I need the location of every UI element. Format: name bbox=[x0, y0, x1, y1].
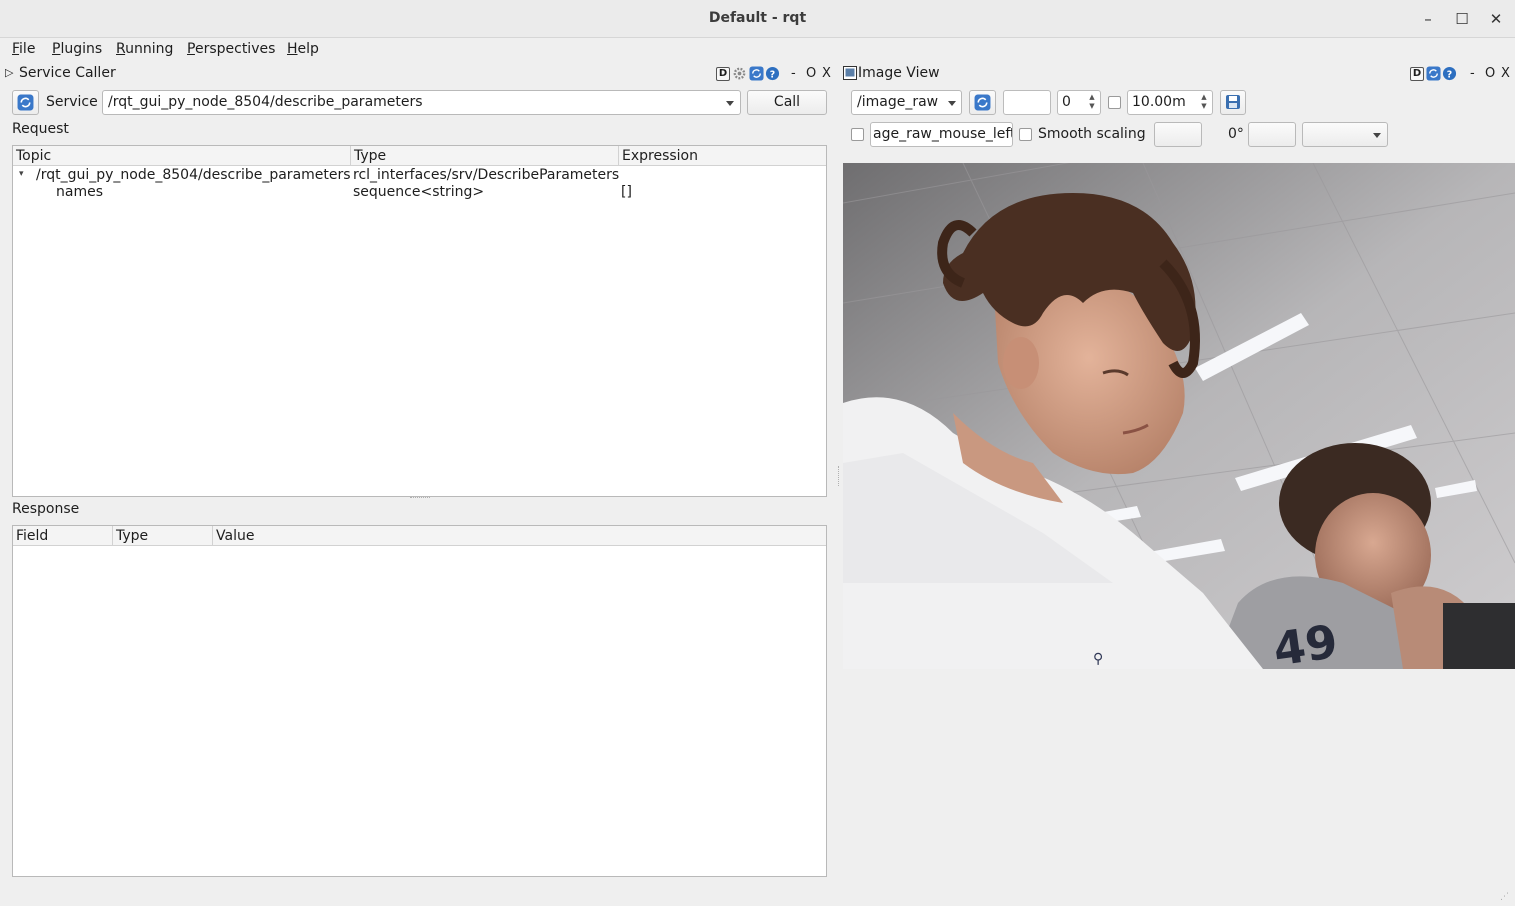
refresh-services-button[interactable] bbox=[12, 90, 39, 115]
column-header-topic[interactable]: Topic bbox=[13, 146, 351, 166]
dock-splitter-handle[interactable] bbox=[838, 466, 841, 486]
menu-help[interactable]: Help bbox=[287, 41, 319, 57]
response-table-header: Field Type Value bbox=[13, 526, 826, 546]
column-header-expression[interactable]: Expression bbox=[619, 146, 826, 166]
row-type: rcl_interfaces/srv/DescribeParameters bbox=[353, 167, 620, 183]
help-icon[interactable]: ? bbox=[1442, 66, 1457, 85]
service-combobox-value: /rqt_gui_py_node_8504/describe_parameter… bbox=[108, 94, 423, 110]
maximize-button[interactable]: ☐ bbox=[1452, 9, 1472, 29]
column-header-field[interactable]: Field bbox=[13, 526, 113, 546]
expand-triangle-icon[interactable]: ▷ bbox=[5, 66, 13, 79]
reload-icon[interactable] bbox=[1426, 66, 1441, 85]
row-topic: /rqt_gui_py_node_8504/describe_parameter… bbox=[36, 167, 351, 183]
dock-restore-button[interactable]: O bbox=[806, 66, 816, 81]
smooth-scaling-label: Smooth scaling bbox=[1038, 126, 1146, 142]
expand-arrow-icon[interactable]: ▾ bbox=[19, 169, 24, 179]
service-caller-title: Service Caller bbox=[19, 65, 116, 81]
settings-gear-icon[interactable] bbox=[732, 66, 747, 85]
table-row[interactable]: names sequence<string> [] bbox=[13, 184, 826, 202]
mouse-topic-value: age_raw_mouse_left bbox=[873, 126, 1013, 142]
svg-text:49: 49 bbox=[1270, 614, 1341, 669]
smooth-scaling-checkbox[interactable] bbox=[1019, 128, 1032, 141]
max-depth-checkbox[interactable] bbox=[1108, 96, 1121, 109]
row-type: sequence<string> bbox=[353, 184, 485, 200]
rotate-right-button[interactable] bbox=[1248, 122, 1296, 147]
menu-file[interactable]: File bbox=[12, 41, 35, 57]
image-view-title: Image View bbox=[858, 65, 940, 81]
svg-text:?: ? bbox=[770, 69, 775, 80]
reload-icon[interactable] bbox=[749, 66, 764, 85]
help-icon[interactable]: ? bbox=[765, 66, 780, 85]
image-view-icon bbox=[843, 66, 857, 84]
splitter-handle[interactable] bbox=[410, 497, 430, 501]
mouse-publish-checkbox[interactable] bbox=[851, 128, 864, 141]
response-table: Field Type Value bbox=[12, 525, 827, 877]
value-spinbox-value: 0 bbox=[1062, 94, 1071, 110]
minimize-button[interactable]: – bbox=[1418, 9, 1438, 29]
service-combobox[interactable]: /rqt_gui_py_node_8504/describe_parameter… bbox=[102, 90, 741, 115]
menu-perspectives[interactable]: Perspectives bbox=[187, 41, 275, 57]
column-header-type[interactable]: Type bbox=[113, 526, 213, 546]
menu-plugins[interactable]: Plugins bbox=[52, 41, 102, 57]
service-label: Service bbox=[46, 94, 98, 110]
window-titlebar: Default - rqt – ☐ ✕ bbox=[0, 0, 1515, 38]
refresh-topics-button[interactable] bbox=[969, 90, 996, 115]
max-depth-spinbox-value: 10.00m bbox=[1132, 94, 1186, 110]
column-header-value[interactable]: Value bbox=[213, 526, 826, 546]
dock-close-button[interactable]: X bbox=[822, 66, 831, 81]
camera-image[interactable]: 49 ⚲ bbox=[843, 163, 1515, 669]
topic-combobox[interactable]: /image_raw bbox=[851, 90, 962, 115]
save-image-button[interactable] bbox=[1220, 90, 1246, 115]
menubar: File Plugins Running Perspectives Help bbox=[0, 38, 1515, 62]
value-spinbox[interactable]: 0 ▲ ▼ bbox=[1057, 90, 1101, 115]
rotation-label: 0° bbox=[1228, 126, 1244, 142]
max-depth-spinbox[interactable]: 10.00m ▲ ▼ bbox=[1127, 90, 1213, 115]
mouse-topic-input[interactable]: age_raw_mouse_left bbox=[870, 122, 1013, 147]
resize-grip-icon[interactable]: ⋰ bbox=[1500, 892, 1512, 904]
refresh-icon bbox=[974, 94, 991, 111]
close-button[interactable]: ✕ bbox=[1486, 9, 1506, 29]
response-label: Response bbox=[12, 501, 80, 517]
dock-d-icon[interactable]: D bbox=[716, 67, 730, 81]
chevron-down-icon bbox=[948, 101, 956, 106]
topic-combobox-value: /image_raw bbox=[857, 94, 939, 110]
dock-float-button[interactable]: - bbox=[791, 66, 796, 81]
dock-close-button[interactable]: X bbox=[1501, 66, 1510, 81]
row-expression[interactable]: [] bbox=[621, 184, 632, 200]
dock-float-button[interactable]: - bbox=[1470, 66, 1475, 81]
dock-d-icon[interactable]: D bbox=[1410, 67, 1424, 81]
table-row[interactable]: ▾ /rqt_gui_py_node_8504/describe_paramet… bbox=[13, 167, 826, 185]
spin-arrows-icon[interactable]: ▲ ▼ bbox=[1198, 93, 1210, 111]
svg-text:⚲: ⚲ bbox=[1093, 651, 1103, 667]
rotate-left-button[interactable] bbox=[1154, 122, 1202, 147]
chevron-down-icon bbox=[1373, 133, 1381, 138]
row-topic: names bbox=[56, 184, 103, 200]
menu-running[interactable]: Running bbox=[116, 41, 173, 57]
request-table-header: Topic Type Expression bbox=[13, 146, 826, 166]
request-table: Topic Type Expression ▾ /rqt_gui_py_node… bbox=[12, 145, 827, 497]
save-icon bbox=[1226, 95, 1240, 109]
dock-restore-button[interactable]: O bbox=[1485, 66, 1495, 81]
refresh-icon bbox=[17, 94, 34, 111]
svg-text:?: ? bbox=[1447, 69, 1452, 80]
filter-input[interactable] bbox=[1003, 90, 1051, 115]
chevron-down-icon bbox=[726, 101, 734, 106]
color-scheme-combobox[interactable] bbox=[1302, 122, 1388, 147]
window-title: Default - rqt bbox=[708, 10, 807, 26]
spin-arrows-icon[interactable]: ▲ ▼ bbox=[1086, 93, 1098, 111]
column-header-type[interactable]: Type bbox=[351, 146, 619, 166]
call-button[interactable]: Call bbox=[747, 90, 827, 115]
request-label: Request bbox=[12, 121, 69, 137]
